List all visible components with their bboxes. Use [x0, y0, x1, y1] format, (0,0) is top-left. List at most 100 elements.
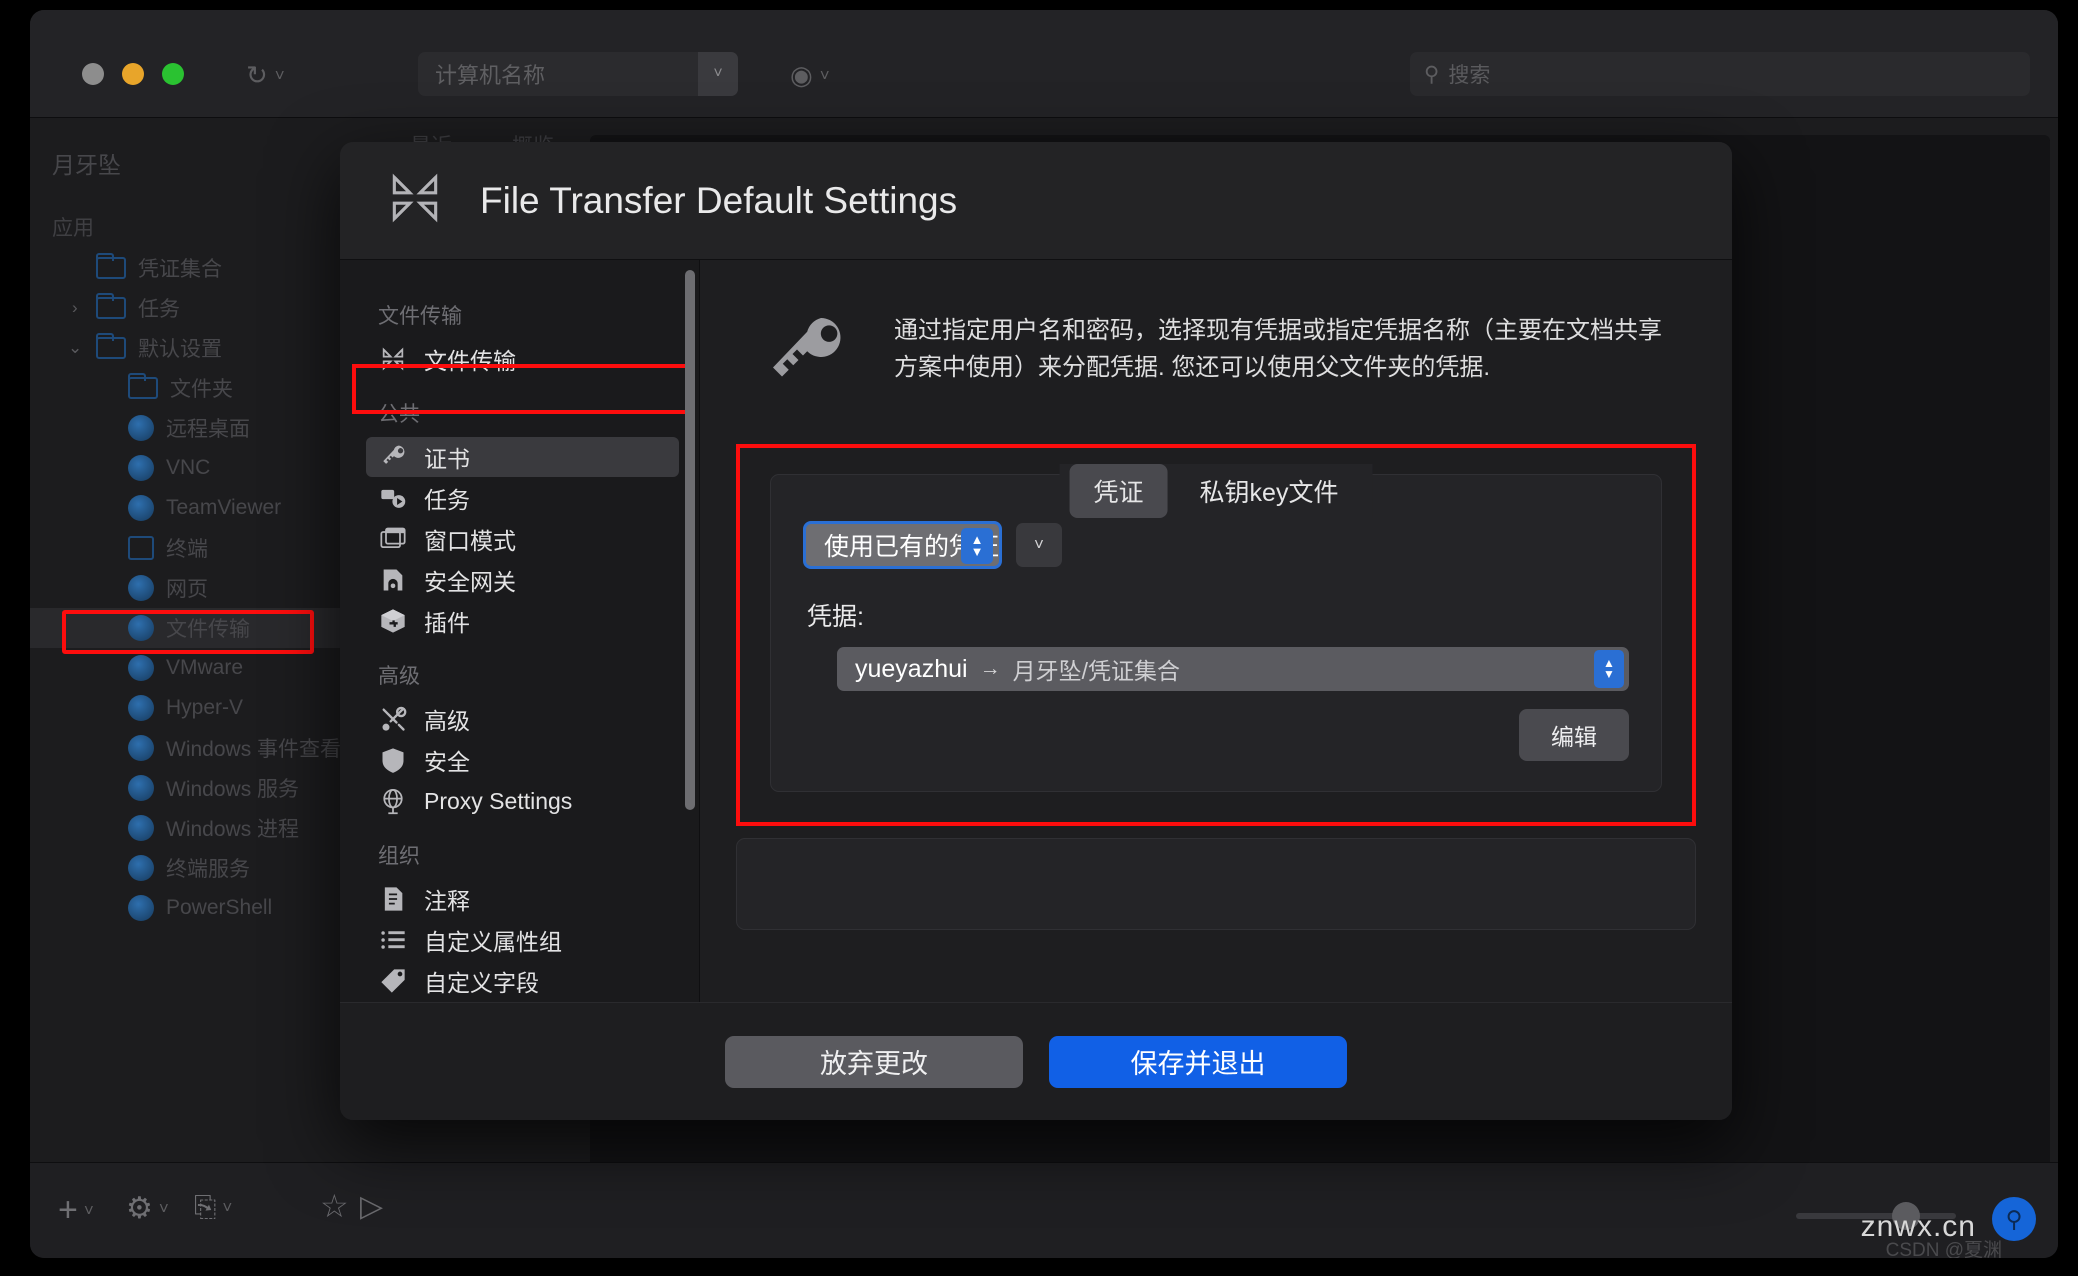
tab-private-key-file[interactable]: 私钥key文件 [1176, 464, 1363, 518]
tree-item[interactable]: VNC [30, 448, 380, 488]
tree-item-label: 任务 [138, 298, 180, 321]
dialog-nav-item[interactable]: 自定义字段 [366, 961, 679, 1001]
tree-item-label: PowerShell [166, 896, 273, 919]
credential-mode-select[interactable]: 使用已有的凭证 ▲ ▼ [803, 521, 1003, 569]
credential-lower-panel [736, 838, 1696, 930]
shield-icon [378, 745, 408, 775]
tree-item[interactable]: 终端 [30, 528, 380, 568]
window-close-button[interactable] [82, 63, 104, 85]
dialog-nav-item[interactable]: 高级 [366, 699, 679, 739]
tree-item[interactable]: Windows 服务 [30, 768, 380, 808]
cube-icon [128, 495, 154, 521]
credential-mode-dropdown-button[interactable]: ˅ [1016, 523, 1063, 567]
dialog-nav-item-label: 注释 [424, 888, 470, 914]
dialog-nav-item[interactable]: 自定义属性组 [366, 920, 679, 960]
computer-name-placeholder: 计算机名称 [435, 63, 546, 88]
credential-mode-row: 使用已有的凭证 ▲ ▼ ˅ [803, 521, 1629, 569]
plus-icon[interactable]: + ˅ [58, 1191, 94, 1230]
tree-item[interactable]: 终端服务 [30, 848, 380, 888]
watermark-subtext: CSDN @夏渊 [1885, 1240, 2002, 1258]
chevron-down-icon[interactable]: ˅ [275, 66, 285, 86]
dialog-nav-item[interactable]: 窗口模式 [366, 519, 679, 559]
record-icon[interactable]: ◉ ˅ [790, 60, 830, 91]
key-icon [378, 442, 408, 472]
tree-item[interactable]: › 任务 [30, 288, 380, 328]
dialog-nav-item-label: 窗口模式 [424, 528, 516, 554]
dialog-nav-item-label: 文件传输 [424, 348, 516, 374]
tree-item[interactable]: Windows 事件查看 [30, 728, 380, 768]
tree-item-label: 终端 [166, 538, 208, 561]
tree-item[interactable]: TeamViewer [30, 488, 380, 528]
dialog-nav-item-label: 高级 [424, 708, 470, 734]
tree-item-label: 文件夹 [170, 378, 233, 401]
star-icon[interactable]: ☆ [320, 1187, 349, 1225]
chevron-down-icon[interactable]: ˅ [159, 1199, 169, 1219]
computer-name-input[interactable]: 计算机名称 ˅ [418, 52, 738, 96]
stepper-arrows-icon[interactable]: ▲ ▼ [1594, 650, 1624, 688]
dialog-nav-item[interactable]: 安全网关 [366, 560, 679, 600]
dialog-nav-item-label: 任务 [424, 487, 470, 513]
tree-item-label: 文件传输 [166, 618, 250, 641]
dialog-nav-item[interactable]: 任务 [366, 478, 679, 518]
navigation-sidebar: 月牙坠 应用 凭证集合 › 任务 ⌄ 默认设置 文件夹 远程桌面 VNC TeamViewer 终… [30, 118, 380, 1138]
tree-item-label: 网页 [166, 578, 208, 601]
window-zoom-button[interactable] [162, 63, 184, 85]
cube-icon [128, 575, 154, 601]
nav-scrollbar[interactable] [685, 270, 695, 810]
tree-item[interactable]: PowerShell [30, 888, 380, 928]
dialog-nav-item[interactable]: 文件传输 [366, 339, 679, 379]
chevron-down-icon[interactable]: ˅ [698, 52, 738, 96]
folder-icon [96, 293, 126, 319]
stepper-arrows-icon[interactable]: ▲ ▼ [961, 528, 994, 564]
dialog-nav-item-label: 自定义字段 [424, 970, 539, 996]
description-row: 通过指定用户名和密码，选择现有凭据或指定凭据名称（主要在文档共享方案中使用）来分… [736, 294, 1696, 402]
dialog-nav-item[interactable]: Proxy Settings [366, 781, 679, 821]
tree-item[interactable]: VMware [30, 648, 380, 688]
tree-item[interactable]: 凭证集合 [30, 248, 380, 288]
tree-item[interactable]: 文件传输 [30, 608, 380, 648]
tree-item-label: Hyper-V [166, 696, 244, 719]
tab-credential[interactable]: 凭证 [1069, 464, 1168, 518]
window-minimize-button[interactable] [122, 63, 144, 85]
folder-icon [96, 333, 126, 359]
play-icon[interactable]: ▷ [360, 1189, 383, 1224]
dialog-nav-item[interactable]: 安全 [366, 740, 679, 780]
cube-icon [128, 735, 154, 761]
credential-value-select[interactable]: yueyazhui → 月牙坠/凭证集合 ▲ ▼ [837, 647, 1629, 691]
dialog-footer: 放弃更改 保存并退出 [340, 1002, 1732, 1120]
tree-item-label: VMware [166, 656, 244, 679]
dialog-nav-item[interactable]: 插件 [366, 601, 679, 641]
dialog-nav-item[interactable]: 证书 [366, 437, 679, 477]
window-icon [378, 524, 408, 554]
tree-item[interactable]: Windows 进程 [30, 808, 380, 848]
dialog-nav-item-label: 安全 [424, 749, 470, 775]
nav-group-label: 文件传输 [378, 305, 462, 328]
credential-name: yueyazhui [855, 654, 968, 683]
cube-icon [128, 655, 154, 681]
refresh-icon[interactable]: ↻ ˅ [246, 60, 285, 91]
tree-item[interactable]: 网页 [30, 568, 380, 608]
tools-icon [378, 704, 408, 734]
tree-item[interactable]: Hyper-V [30, 688, 380, 728]
chevron-down-icon[interactable]: ˅ [820, 66, 830, 86]
tree-item[interactable]: 远程桌面 [30, 408, 380, 448]
sync-arrows-icon[interactable]: ⎘ ˅ [194, 1191, 232, 1224]
gear-icon[interactable]: ⚙ ˅ [126, 1191, 169, 1226]
globe-icon [378, 786, 408, 816]
chevron-down-icon[interactable]: ˅ [84, 1201, 94, 1221]
chevron-down-icon[interactable]: ˅ [222, 1198, 232, 1218]
window-titlebar: ↻ ˅ 计算机名称 ˅ ◉ ˅ ⚲ 搜索 [30, 10, 2058, 118]
dialog-nav-item[interactable]: 注释 [366, 879, 679, 919]
dialog-nav-item-label: 自定义属性组 [424, 929, 562, 955]
search-input[interactable]: ⚲ 搜索 [1410, 52, 2030, 96]
discard-changes-button[interactable]: 放弃更改 [725, 1035, 1023, 1088]
cube-icon [128, 895, 154, 921]
chevron-down-icon[interactable]: ⌄ [68, 338, 82, 358]
save-and-exit-button[interactable]: 保存并退出 [1049, 1035, 1347, 1088]
tree-item-label: Windows 事件查看 [166, 738, 342, 761]
edit-button[interactable]: 编辑 [1519, 709, 1629, 761]
tree-item[interactable]: ⌄ 默认设置 [30, 328, 380, 368]
tree-item[interactable]: 文件夹 [30, 368, 380, 408]
credential-field-label: 凭据: [807, 603, 864, 631]
chevron-right-icon[interactable]: › [72, 298, 78, 318]
